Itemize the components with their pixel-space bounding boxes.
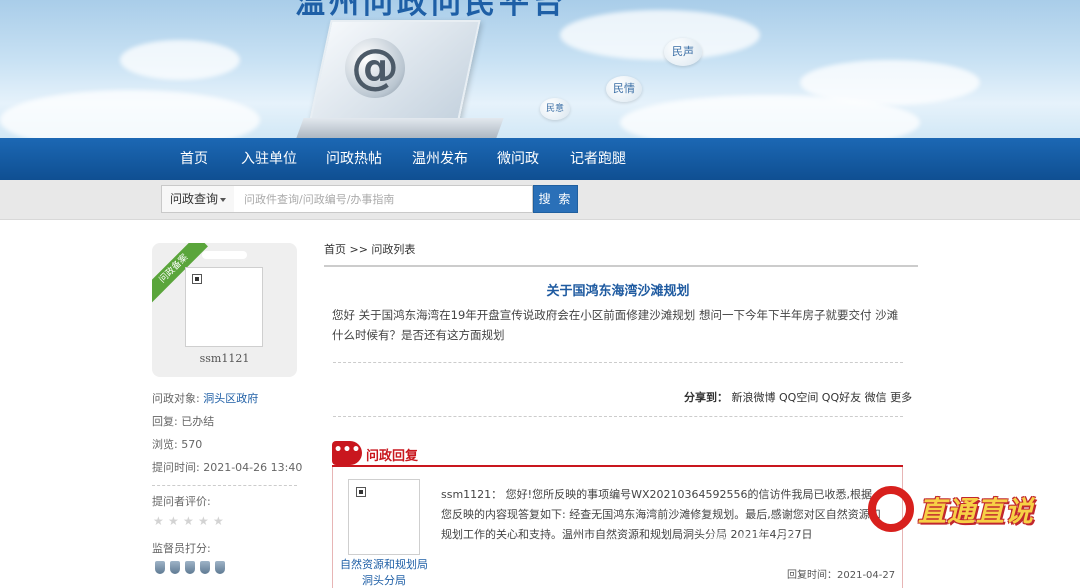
chevron-down-icon — [220, 198, 226, 202]
medal-icon — [170, 561, 180, 574]
rating-label: 提问者评价: — [152, 495, 211, 508]
views-value: 570 — [181, 438, 203, 451]
target-row: 问政对象: 洞头区政府 — [152, 390, 258, 406]
divider — [333, 362, 903, 363]
time-value: 2021-04-26 13:40 — [203, 461, 303, 474]
site-banner: 温州问政问民平台 @ 民声 民情 民意 — [0, 0, 1080, 138]
views-label: 浏览: — [152, 438, 178, 451]
nav-wenzhou-release[interactable]: 温州发布 — [412, 138, 468, 180]
cloud — [120, 40, 240, 80]
target-label: 问政对象: — [152, 392, 200, 405]
nav-units[interactable]: 入驻单位 — [241, 138, 297, 180]
time-row: 提问时间: 2021-04-26 13:40 — [152, 459, 302, 475]
score-label: 监督员打分: — [152, 542, 211, 555]
star-icon: ★ — [168, 514, 179, 528]
bubble-minyi: 民意 — [540, 98, 570, 120]
star-icon: ★ — [183, 514, 194, 528]
medal-icon — [155, 561, 165, 574]
medal-icon — [185, 561, 195, 574]
breadcrumb-divider — [324, 265, 918, 267]
reply-header: ••• 问政回复 — [332, 441, 903, 467]
username: ssm1121 — [199, 352, 250, 365]
nav-reporter-errand[interactable]: 记者跑腿 — [570, 138, 626, 180]
target-link[interactable]: 洞头区政府 — [203, 392, 258, 405]
watermark: 直播温州 — [700, 528, 832, 563]
broadcaster-logo: 直通直说 — [868, 480, 1058, 540]
post-body: 您好 关于国鸿东海湾在19年开盘宣传说政府会在小区前面修建沙滩规划 想问一下今年… — [332, 308, 899, 342]
reply-status-value: 已办结 — [181, 415, 215, 428]
search-type-select[interactable]: 问政查询 — [161, 185, 235, 213]
time-label: 提问时间: — [152, 461, 200, 474]
medal-icon — [215, 561, 225, 574]
search-input[interactable] — [234, 185, 533, 213]
star-icon: ★ — [213, 514, 224, 528]
reply-status-row: 回复: 已办结 — [152, 413, 214, 429]
star-icon: ★ — [198, 514, 209, 528]
card-hole — [202, 251, 247, 259]
divider — [152, 485, 297, 486]
banner-title: 温州问政问民平台 — [295, 0, 567, 21]
breadcrumb[interactable]: 首页 >> 问政列表 — [324, 241, 415, 257]
star-icon: ★ — [153, 514, 164, 528]
bubble-minqing: 民情 — [606, 76, 642, 102]
logo-text: 直通直说 — [918, 495, 1035, 528]
cloud — [0, 90, 260, 138]
at-sign-icon: @ — [345, 38, 405, 98]
share-links[interactable]: 新浪微博 QQ空间 QQ好友 微信 更多 — [732, 391, 913, 404]
nav-hot-posts[interactable]: 问政热帖 — [326, 138, 382, 180]
reply-title: 问政回复 — [366, 449, 419, 464]
logo-q-icon — [868, 486, 914, 532]
chat-bubble-icon: ••• — [332, 441, 362, 465]
search-button[interactable]: 搜 索 — [533, 185, 578, 213]
avatar — [185, 267, 263, 347]
broken-image-icon — [356, 487, 366, 497]
org-avatar — [348, 479, 420, 555]
medal-icon — [200, 561, 210, 574]
share-label: 分享到： — [684, 391, 728, 404]
main-nav: 首页 入驻单位 问政热帖 温州发布 微问政 记者跑腿 — [0, 138, 1080, 180]
search-type-label: 问政查询 — [170, 192, 219, 206]
org-name[interactable]: 自然资源和规划局洞头分局 — [340, 557, 428, 588]
reply-time: 回复时间：2021-04-27 — [787, 570, 896, 581]
divider — [333, 416, 903, 417]
nav-home[interactable]: 首页 — [180, 138, 208, 180]
post-title: 关于国鸿东海湾沙滩规划 — [546, 284, 690, 299]
cloud — [560, 10, 760, 60]
views-row: 浏览: 570 — [152, 436, 202, 452]
nav-micro-wenzheng[interactable]: 微问政 — [497, 138, 539, 180]
reply-status-label: 回复: — [152, 415, 178, 428]
bubble-minsheng: 民声 — [664, 38, 702, 66]
broken-image-icon — [192, 274, 202, 284]
share-row: 分享到： 新浪微博 QQ空间 QQ好友 微信 更多 — [684, 389, 912, 405]
